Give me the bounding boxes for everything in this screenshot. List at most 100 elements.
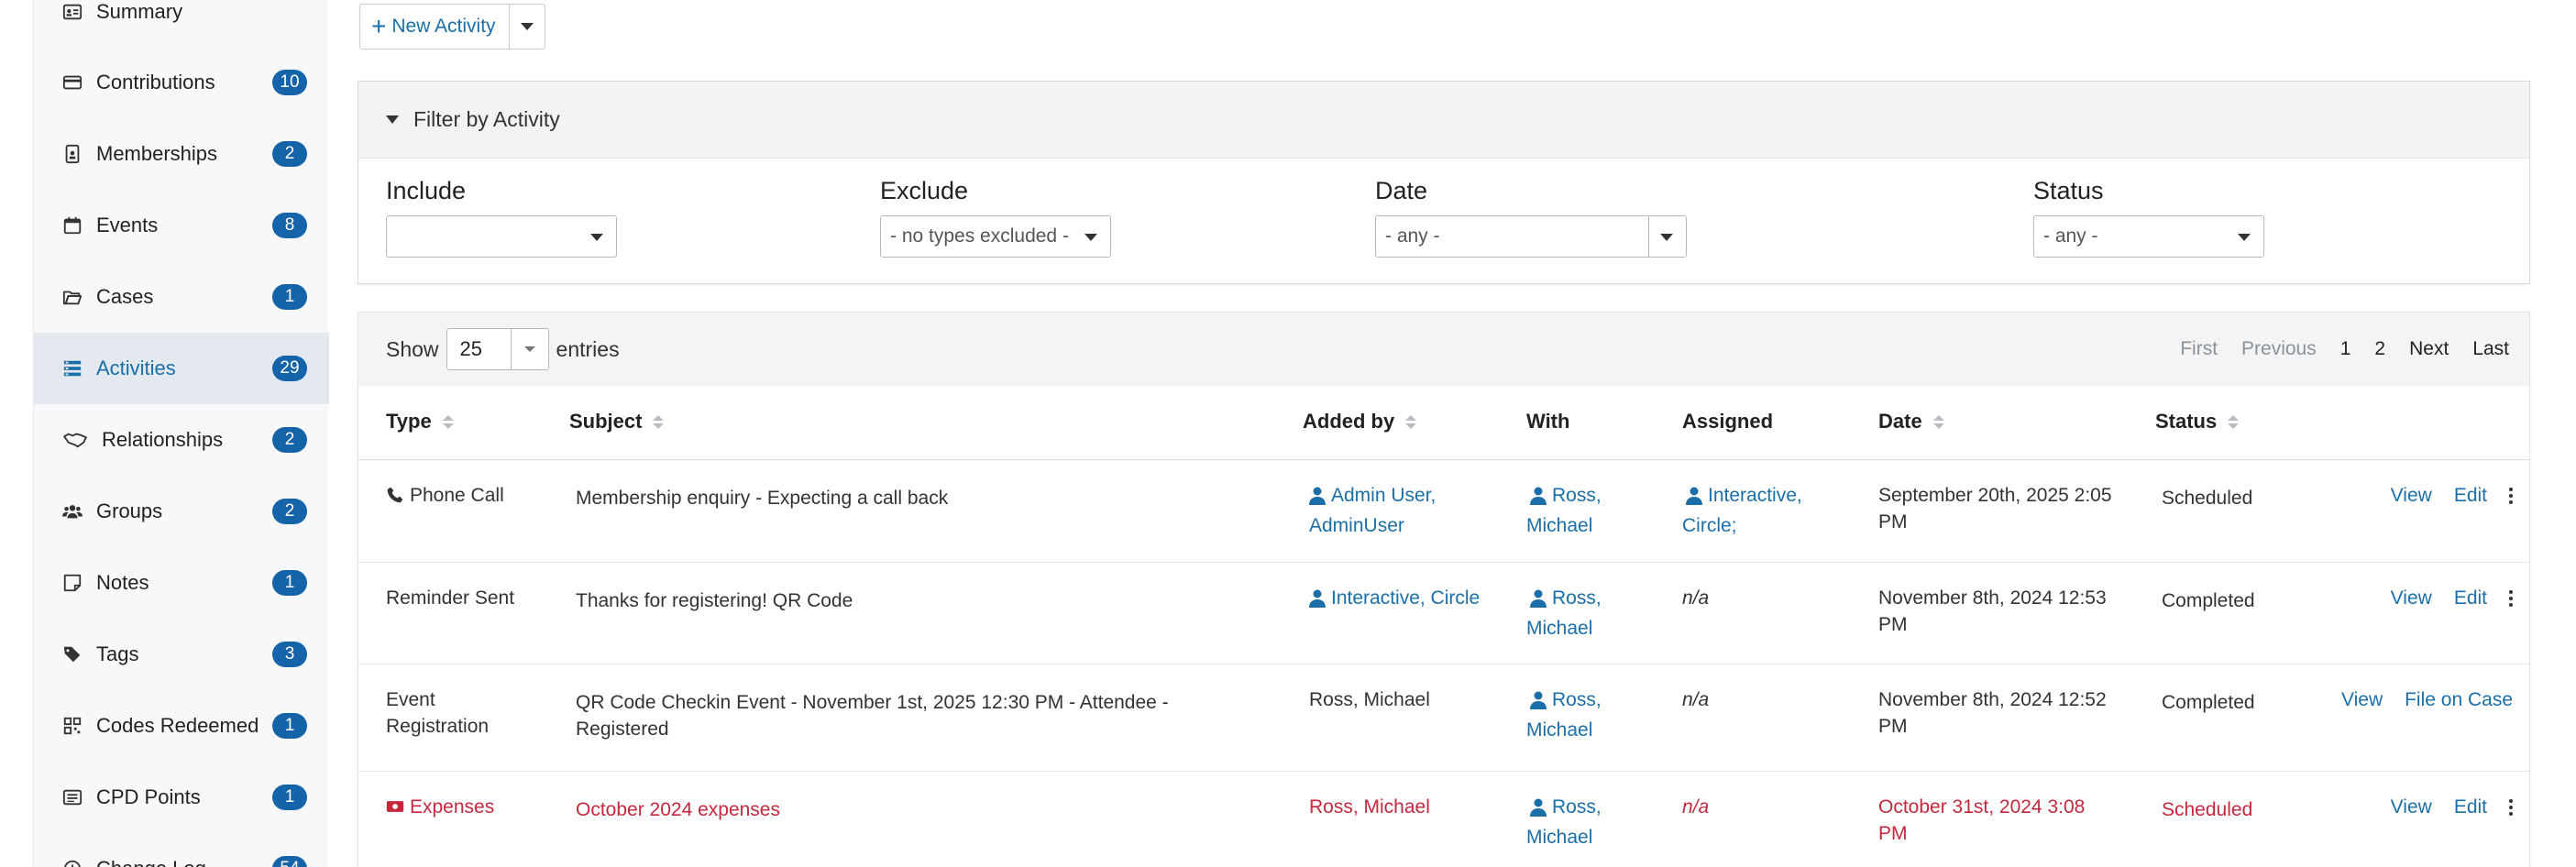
column-header-status[interactable]: Status: [2155, 410, 2240, 434]
column-header-with: With: [1526, 410, 1570, 433]
person-icon: [1309, 589, 1326, 608]
sidebar-item-label: Contributions: [96, 71, 215, 93]
sidebar-item-cpd-points[interactable]: CPD Points 1: [34, 762, 329, 833]
person-icon: [1530, 589, 1547, 608]
money-bill-icon: [386, 796, 410, 818]
table-row: Event Registration QR Code Checkin Event…: [358, 664, 2529, 772]
sidebar-item-label: Summary: [96, 0, 183, 23]
with-contact-link[interactable]: Ross, Michael: [1526, 686, 1602, 743]
sidebar-item-codes-redeemed[interactable]: Codes Redeemed 1: [34, 690, 329, 762]
more-actions-icon[interactable]: [2509, 590, 2513, 607]
date-label: Date: [1375, 177, 1428, 204]
table-row: Expenses October 2024 expenses Ross, Mic…: [358, 772, 2529, 867]
show-label: Show: [386, 336, 439, 361]
sidebar-item-label: Cases: [96, 285, 154, 308]
added-by-contact-link[interactable]: Admin User, AdminUser: [1309, 482, 1436, 539]
with-contact-link[interactable]: Ross, Michael: [1526, 482, 1602, 539]
more-actions-icon[interactable]: [2509, 799, 2513, 816]
exclude-select[interactable]: - no types excluded -: [880, 215, 1111, 258]
more-actions-icon[interactable]: [2509, 488, 2513, 504]
filter-panel-header[interactable]: Filter by Activity: [358, 82, 2529, 159]
view-link[interactable]: View: [2341, 689, 2383, 711]
include-select[interactable]: [386, 215, 617, 258]
person-icon: [1530, 691, 1547, 709]
column-header-date[interactable]: Date: [1878, 410, 1944, 434]
activity-type: Event Registration: [386, 689, 490, 737]
count-badge: 8: [272, 213, 307, 238]
list-alt-icon: [61, 786, 83, 808]
added-by-value: Ross, Michael: [1309, 796, 1430, 818]
phone-icon: [386, 485, 410, 506]
activity-subject: Thanks for registering! QR Code: [576, 590, 853, 611]
column-header-added-by[interactable]: Added by: [1303, 410, 1417, 434]
column-header-subject[interactable]: Subject: [569, 410, 665, 434]
column-header-type[interactable]: Type: [386, 410, 454, 434]
sidebar-item-change-log[interactable]: Change Log 54: [34, 833, 329, 867]
activity-subject: Membership enquiry - Expecting a call ba…: [576, 488, 949, 509]
date-select[interactable]: - any -: [1375, 215, 1687, 258]
exclude-label: Exclude: [880, 177, 969, 204]
count-badge: 3: [272, 642, 307, 667]
added-by-contact-link[interactable]: Interactive, Circle: [1309, 585, 1480, 615]
assigned-contact-link[interactable]: Interactive, Circle;: [1682, 482, 1802, 539]
sort-icon: [653, 414, 665, 429]
view-link[interactable]: View: [2391, 796, 2432, 818]
pager-next[interactable]: Next: [2409, 338, 2449, 360]
page-length-select[interactable]: 25: [446, 328, 549, 370]
caret-down-icon: [520, 23, 534, 30]
count-badge: 2: [272, 141, 307, 167]
sidebar-item-label: Groups: [96, 499, 163, 522]
contact-tabs-sidebar: Summary Contributions 10 Memberships 2 E…: [33, 0, 329, 867]
caret-down-icon: [1660, 234, 1673, 241]
folder-open-icon: [61, 286, 83, 308]
new-activity-dropdown-toggle[interactable]: [510, 5, 545, 49]
filter-panel-title: Filter by Activity: [413, 107, 560, 131]
with-contact-link[interactable]: Ross, Michael: [1526, 794, 1602, 851]
pagination: First Previous 1 2 Next Last: [2156, 313, 2509, 386]
sidebar-item-memberships[interactable]: Memberships 2: [34, 118, 329, 190]
sidebar-item-relationships[interactable]: Relationships 2: [34, 404, 329, 476]
caret-down-icon: [590, 234, 603, 241]
new-activity-button[interactable]: + New Activity: [360, 5, 510, 49]
sidebar-item-label: Relationships: [102, 428, 224, 451]
edit-link[interactable]: Edit: [2454, 587, 2487, 609]
sidebar-item-label: CPD Points: [96, 785, 201, 808]
assigned-value: n/a: [1682, 796, 1710, 818]
sidebar-item-events[interactable]: Events 8: [34, 190, 329, 261]
qrcode-icon: [61, 715, 83, 737]
credit-card-icon: [61, 71, 83, 93]
activity-subject: QR Code Checkin Event - November 1st, 20…: [576, 692, 1169, 740]
status-select[interactable]: - any -: [2033, 215, 2264, 258]
count-badge: 1: [272, 785, 307, 810]
edit-link[interactable]: Edit: [2454, 485, 2487, 507]
view-link[interactable]: View: [2391, 485, 2432, 507]
new-activity-split-button: + New Activity: [359, 4, 545, 49]
history-icon: [61, 858, 83, 867]
sidebar-item-cases[interactable]: Cases 1: [34, 261, 329, 333]
sidebar-item-tags[interactable]: Tags 3: [34, 619, 329, 690]
filter-panel: Filter by Activity Include Exclude - no …: [358, 81, 2530, 284]
pager-page-1[interactable]: 1: [2340, 338, 2351, 360]
sidebar-item-label: Change Log: [96, 857, 206, 867]
edit-link[interactable]: Edit: [2454, 796, 2487, 818]
added-by-value: Ross, Michael: [1309, 689, 1430, 710]
pager-last[interactable]: Last: [2472, 338, 2509, 360]
sidebar-item-label: Memberships: [96, 142, 218, 165]
sidebar-item-notes[interactable]: Notes 1: [34, 547, 329, 619]
pager-first[interactable]: First: [2180, 338, 2218, 360]
activity-subject: October 2024 expenses: [576, 799, 780, 820]
sticky-note-icon: [61, 572, 83, 594]
pager-previous[interactable]: Previous: [2241, 338, 2317, 360]
tags-icon: [61, 643, 83, 665]
pager-page-2[interactable]: 2: [2374, 338, 2385, 360]
sidebar-item-activities[interactable]: Activities 29: [34, 333, 329, 404]
sidebar-item-contributions[interactable]: Contributions 10: [34, 47, 329, 118]
view-link[interactable]: View: [2391, 587, 2432, 609]
activity-date: October 31st, 2024 3:08 PM: [1878, 796, 2086, 844]
file-on-case-link[interactable]: File on Case: [2405, 689, 2513, 711]
assigned-value: n/a: [1682, 587, 1710, 609]
row-actions: View Edit: [2369, 796, 2513, 818]
sidebar-item-summary[interactable]: Summary: [34, 0, 329, 48]
with-contact-link[interactable]: Ross, Michael: [1526, 585, 1602, 642]
sidebar-item-groups[interactable]: Groups 2: [34, 476, 329, 547]
